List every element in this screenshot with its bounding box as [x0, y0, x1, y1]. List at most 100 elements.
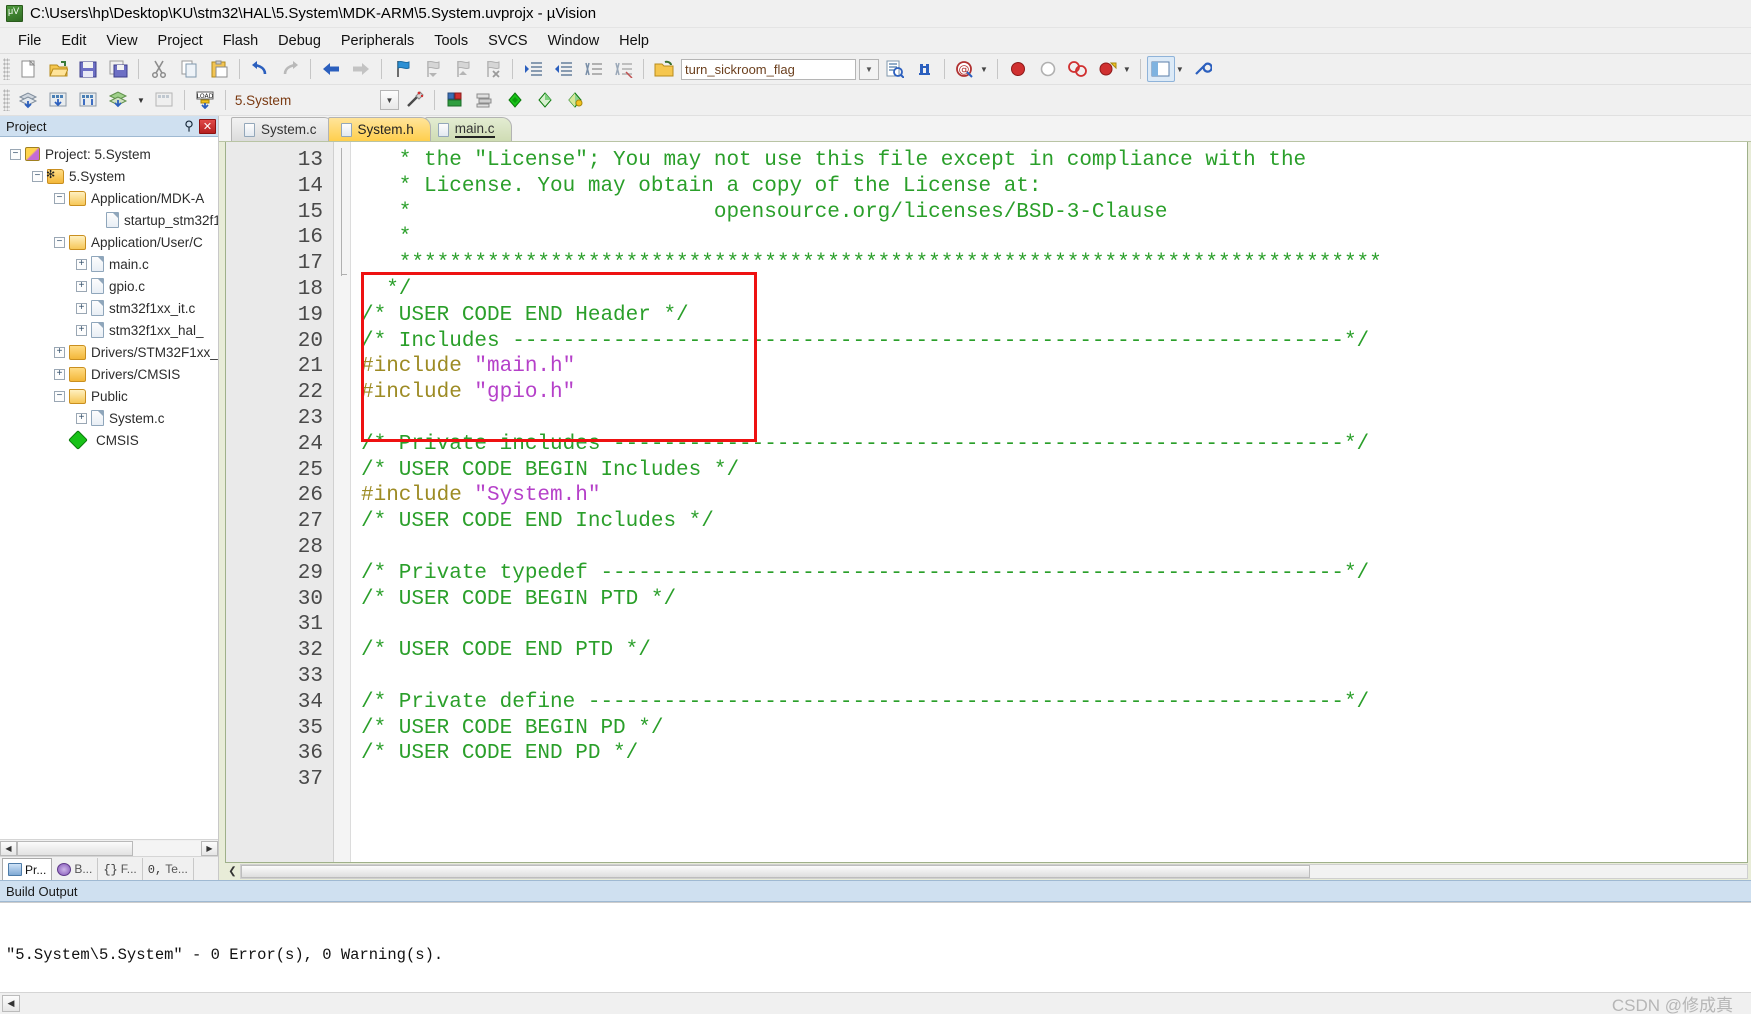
breakpoint-icon[interactable] — [1064, 56, 1092, 82]
tree-item-main-c[interactable]: + main.c — [0, 253, 218, 275]
start-debug-icon[interactable] — [1004, 56, 1032, 82]
navigate-forward-icon[interactable] — [347, 56, 375, 82]
manage-run-time-environment-icon[interactable] — [441, 87, 469, 113]
expander-icon[interactable]: + — [76, 302, 87, 314]
window-layout-dropdown-icon[interactable]: ▼ — [1176, 65, 1184, 74]
find-in-files-doc-icon[interactable] — [880, 56, 908, 82]
editor-tab-system-c[interactable]: System.c — [231, 117, 334, 141]
save-icon[interactable] — [74, 56, 102, 82]
tree-item-application-user-core[interactable]: − Application/User/C — [0, 231, 218, 253]
download-to-flash-icon[interactable]: LOAD — [191, 87, 219, 113]
tree-item-startup-stm32f1[interactable]: startup_stm32f1 — [0, 209, 218, 231]
tree-item-stm32f1xx-it-c[interactable]: + stm32f1xx_it.c — [0, 297, 218, 319]
new-file-icon[interactable] — [14, 56, 42, 82]
stop-build-icon[interactable] — [150, 87, 178, 113]
insert-target-dropdown-icon[interactable]: ▼ — [980, 65, 988, 74]
tree-item-drivers-stm32f1xx[interactable]: + Drivers/STM32F1xx_ — [0, 341, 218, 363]
expander-icon[interactable]: − — [54, 390, 65, 402]
tree-item-project-5-system[interactable]: − Project: 5.System — [0, 143, 218, 165]
build-output-body[interactable]: "5.System\5.System" - 0 Error(s), 0 Warn… — [0, 902, 1751, 992]
toolbar-grip[interactable] — [3, 58, 10, 80]
comment-icon[interactable] — [579, 56, 607, 82]
project-panel-hscrollbar[interactable]: ◀ ▶ — [0, 839, 218, 856]
cut-icon[interactable] — [145, 56, 173, 82]
indent-icon[interactable] — [519, 56, 547, 82]
expander-icon[interactable]: + — [76, 280, 87, 292]
menu-tools[interactable]: Tools — [424, 31, 478, 51]
build-icon[interactable] — [44, 87, 72, 113]
menu-project[interactable]: Project — [148, 31, 213, 51]
bookmark-clear-icon[interactable] — [478, 56, 506, 82]
scroll-right-icon[interactable]: ▶ — [201, 840, 218, 856]
settings-wrench-icon[interactable] — [1189, 56, 1217, 82]
scroll-thumb[interactable] — [241, 865, 1311, 878]
insert-target-icon[interactable]: @ — [951, 56, 979, 82]
bookmark-prev-icon[interactable] — [418, 56, 446, 82]
menu-debug[interactable]: Debug — [268, 31, 331, 51]
expander-icon[interactable]: − — [10, 148, 21, 160]
expander-icon[interactable]: + — [76, 324, 87, 336]
tree-item-target-5-system[interactable]: − 5.System — [0, 165, 218, 187]
bookmark-toggle-icon[interactable] — [388, 56, 416, 82]
multi-project-icon[interactable] — [501, 87, 529, 113]
find-input[interactable]: turn_sickroom_flag — [681, 58, 856, 80]
expander-icon[interactable]: − — [54, 192, 65, 204]
expander-icon[interactable]: + — [76, 412, 87, 424]
editor-tab-main-c[interactable]: main.c — [424, 117, 512, 141]
find-in-files-icon[interactable] — [650, 56, 678, 82]
project-target-select[interactable]: 5.System ▼ — [230, 89, 399, 111]
tree-item-gpio-c[interactable]: + gpio.c — [0, 275, 218, 297]
translate-icon[interactable] — [14, 87, 42, 113]
menu-view[interactable]: View — [96, 31, 147, 51]
open-file-icon[interactable] — [44, 56, 72, 82]
project-target-dropdown-icon[interactable]: ▼ — [379, 90, 399, 110]
find-combo-arrow-icon[interactable]: ▼ — [859, 58, 879, 80]
window-layout-icon[interactable] — [1146, 56, 1175, 82]
binoculars-icon[interactable] — [910, 56, 938, 82]
uncomment-icon[interactable] — [609, 56, 637, 82]
save-all-icon[interactable] — [104, 56, 132, 82]
expander-icon[interactable]: − — [54, 236, 65, 248]
tab-project[interactable]: Pr... — [2, 858, 53, 880]
tab-templates[interactable]: 0, Te... — [143, 858, 194, 880]
menu-flash[interactable]: Flash — [213, 31, 268, 51]
tree-item-application-mdk-arm[interactable]: − Application/MDK-A — [0, 187, 218, 209]
menu-help[interactable]: Help — [609, 31, 659, 51]
tab-functions[interactable]: {} F... — [98, 858, 143, 880]
code-editor[interactable]: 13 14 15 16 17 18 19 20 21 22 23 24 25 26 27 28 29 30 31 32… — [225, 142, 1748, 863]
configure-icon[interactable] — [1094, 56, 1122, 82]
batch-build-icon[interactable] — [104, 87, 132, 113]
tree-item-drivers-cmsis[interactable]: + Drivers/CMSIS — [0, 363, 218, 385]
tree-item-public[interactable]: − Public — [0, 385, 218, 407]
code-text[interactable]: * the "License"; You may not use this fi… — [351, 142, 1747, 862]
editor-hscrollbar[interactable]: ❮ — [219, 863, 1751, 880]
scroll-track[interactable] — [17, 840, 201, 856]
navigate-back-icon[interactable] — [317, 56, 345, 82]
configure-dropdown-icon[interactable]: ▼ — [1123, 65, 1131, 74]
menu-edit[interactable]: Edit — [51, 31, 96, 51]
outdent-icon[interactable] — [549, 56, 577, 82]
menu-svcs[interactable]: SVCS — [478, 31, 538, 51]
paste-icon[interactable] — [205, 56, 233, 82]
scroll-left-icon[interactable]: ◀ — [0, 840, 17, 856]
scroll-left-icon[interactable]: ◀ — [2, 995, 20, 1012]
bookmark-next-icon[interactable] — [448, 56, 476, 82]
undo-icon[interactable] — [246, 56, 274, 82]
stop-debug-icon[interactable] — [1034, 56, 1062, 82]
editor-tab-system-h[interactable]: System.h — [327, 117, 431, 141]
expander-icon[interactable]: + — [76, 258, 87, 270]
components-icon[interactable] — [471, 87, 499, 113]
expander-icon[interactable]: + — [54, 368, 65, 380]
menu-window[interactable]: Window — [538, 31, 610, 51]
scroll-track[interactable] — [240, 864, 1748, 879]
expander-icon[interactable]: − — [32, 170, 43, 182]
scroll-thumb[interactable] — [17, 840, 133, 856]
batch-build-dropdown-icon[interactable]: ▼ — [137, 96, 145, 105]
scroll-left-icon[interactable]: ❮ — [225, 866, 240, 877]
pin-icon[interactable]: ⚲ — [182, 118, 196, 134]
target-options-icon[interactable] — [400, 87, 428, 113]
menu-peripherals[interactable]: Peripherals — [331, 31, 424, 51]
rebuild-all-icon[interactable] — [74, 87, 102, 113]
expander-icon[interactable]: + — [54, 346, 65, 358]
project-tree[interactable]: − Project: 5.System − 5.System − Applica… — [0, 137, 218, 839]
